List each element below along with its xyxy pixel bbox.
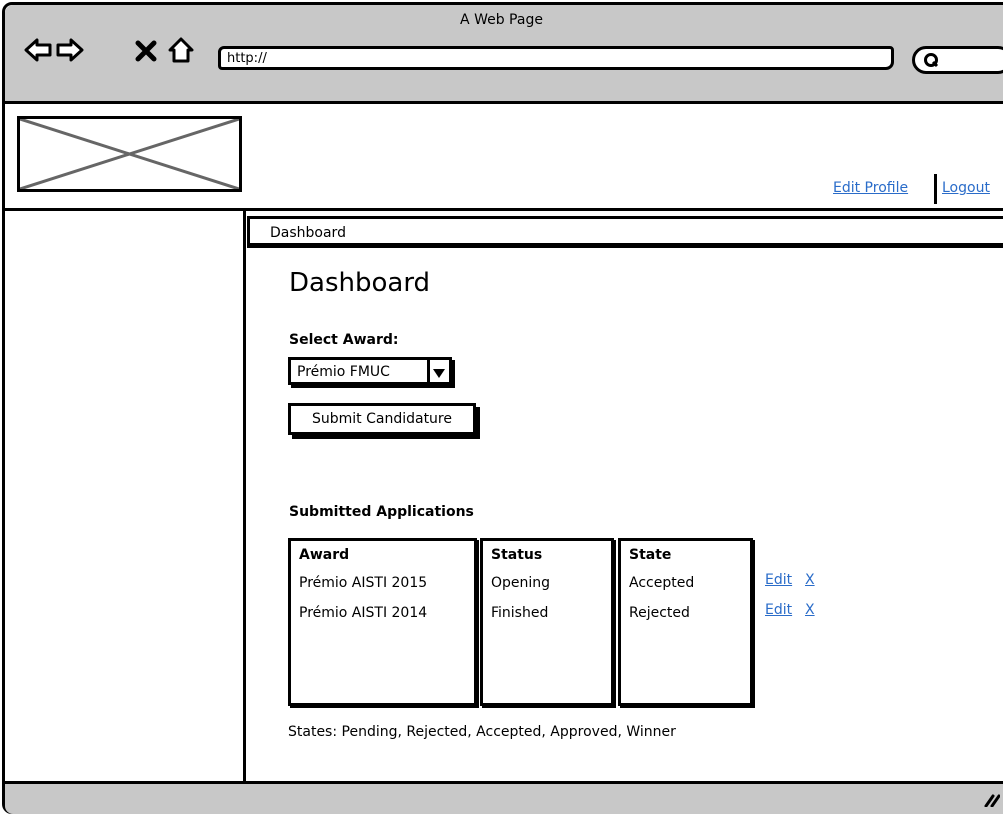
select-divider — [427, 360, 430, 382]
stop-icon[interactable] — [135, 40, 157, 62]
url-input[interactable]: http:// — [218, 46, 894, 70]
state-cell: Accepted — [629, 575, 695, 591]
status-bar — [5, 781, 1003, 814]
home-icon[interactable] — [167, 36, 195, 64]
logo-placeholder — [17, 116, 242, 192]
forward-arrow-icon[interactable] — [56, 36, 84, 64]
award-select-value: Prémio FMUC — [297, 364, 390, 380]
award-select[interactable]: Prémio FMUC — [288, 357, 452, 385]
state-column: State Accepted Rejected — [618, 538, 753, 706]
edit-profile-link[interactable]: Edit Profile — [833, 180, 908, 196]
edit-link[interactable]: Edit — [765, 602, 792, 618]
delete-link[interactable]: X — [805, 602, 815, 618]
award-column: Award Prémio AISTI 2015 Prémio AISTI 201… — [288, 538, 477, 706]
dropdown-arrow-icon — [433, 369, 445, 378]
resize-grip-icon[interactable] — [984, 793, 1000, 807]
select-award-label: Select Award: — [289, 332, 399, 348]
award-cell: Prémio AISTI 2015 — [299, 575, 428, 591]
column-header-award: Award — [299, 547, 350, 563]
search-field[interactable] — [912, 46, 1003, 74]
back-arrow-icon[interactable] — [24, 36, 52, 64]
submit-candidature-button[interactable]: Submit Candidature — [288, 403, 476, 435]
delete-link[interactable]: X — [805, 572, 815, 588]
column-header-status: Status — [491, 547, 543, 563]
states-legend: States: Pending, Rejected, Accepted, App… — [288, 724, 676, 740]
breadcrumb: Dashboard — [247, 216, 1003, 246]
window-title: A Web Page — [460, 12, 543, 28]
submitted-applications-title: Submitted Applications — [289, 504, 474, 520]
logout-link[interactable]: Logout — [942, 180, 990, 196]
status-cell: Finished — [491, 605, 549, 621]
sidebar-divider — [243, 211, 246, 781]
edit-link[interactable]: Edit — [765, 572, 792, 588]
state-cell: Rejected — [629, 605, 690, 621]
page-title: Dashboard — [289, 268, 431, 298]
search-icon — [924, 53, 939, 68]
award-cell: Prémio AISTI 2014 — [299, 605, 428, 621]
header-separator — [934, 174, 937, 204]
status-column: Status Opening Finished — [480, 538, 614, 706]
breadcrumb-item[interactable]: Dashboard — [270, 225, 346, 241]
status-cell: Opening — [491, 575, 551, 591]
column-header-state: State — [629, 547, 672, 563]
